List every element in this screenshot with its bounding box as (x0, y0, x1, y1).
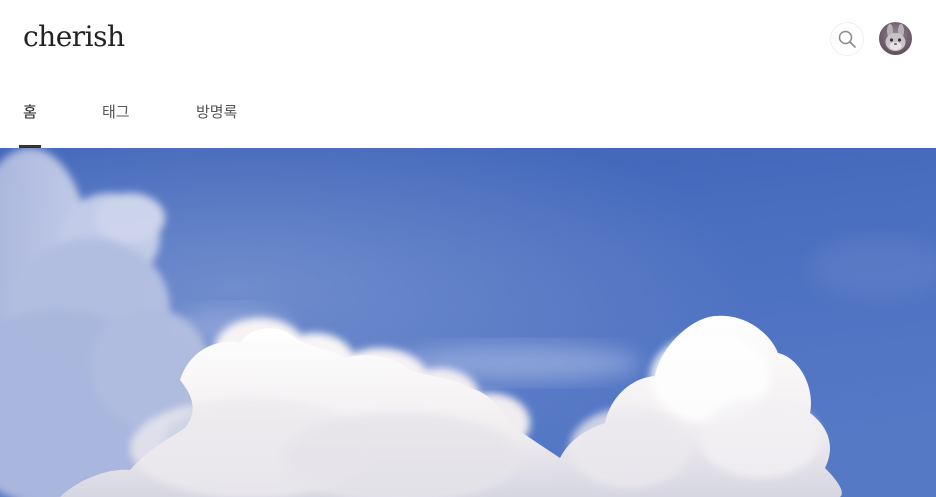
nav-item-home[interactable]: 홈 (19, 92, 41, 148)
profile-avatar[interactable] (879, 22, 912, 55)
blog-page: cherish 홈 태그 방명록 (0, 0, 936, 497)
hero-cover-image (0, 148, 936, 497)
search-icon (838, 30, 856, 48)
main-nav: 홈 태그 방명록 (0, 92, 936, 148)
site-header: cherish 홈 태그 방명록 (0, 0, 936, 148)
nav-item-label: 홈 (23, 103, 37, 121)
nav-item-label: 방명록 (196, 103, 238, 121)
nav-item-label: 태그 (102, 103, 130, 121)
avatar-image (879, 22, 912, 55)
sky-clouds-illustration (0, 148, 936, 497)
nav-item-guestbook[interactable]: 방명록 (196, 92, 237, 148)
nav-item-tags[interactable]: 태그 (102, 92, 130, 148)
search-button[interactable] (830, 22, 864, 56)
blog-title-link[interactable]: cherish (23, 17, 125, 57)
